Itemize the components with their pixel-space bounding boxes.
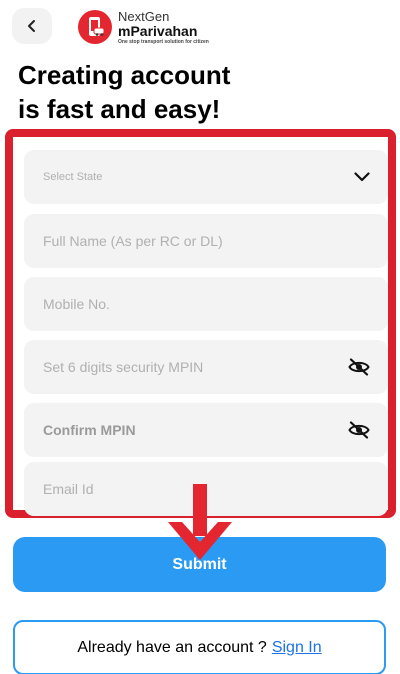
mobile-placeholder: Mobile No.: [43, 296, 110, 312]
down-arrow-icon: [168, 484, 232, 560]
eye-off-icon[interactable]: [348, 421, 370, 439]
signin-prompt-text: Already have an account ?: [77, 638, 267, 656]
logo-mark: [78, 10, 112, 44]
logo-main-text: mParivahan: [118, 22, 198, 39]
page-title-line-2: is fast and easy!: [18, 94, 221, 124]
mpin-placeholder: Set 6 digits security MPIN: [43, 359, 204, 375]
chevron-down-icon: [354, 172, 370, 182]
state-select[interactable]: Select State: [24, 150, 388, 204]
app-logo: NextGen mParivahan One stop transport so…: [78, 8, 209, 46]
signin-link[interactable]: Sign In: [272, 639, 322, 657]
signin-prompt-box: Already have an account ? Sign In: [13, 620, 386, 674]
mpin-input[interactable]: Set 6 digits security MPIN: [24, 340, 388, 394]
back-button[interactable]: [12, 8, 52, 44]
registration-form: Select State Full Name (As per RC or DL)…: [5, 129, 396, 518]
mobile-input[interactable]: Mobile No.: [24, 277, 388, 331]
logo-tagline: One stop transport solution for citizen: [118, 38, 209, 45]
phone-car-icon: [89, 17, 105, 36]
full-name-placeholder: Full Name (As per RC or DL): [43, 233, 223, 249]
eye-off-icon[interactable]: [348, 358, 370, 376]
confirm-mpin-placeholder: Confirm MPIN: [43, 422, 136, 438]
page-title: Creating account is fast and easy!: [18, 58, 388, 126]
page-title-line-1: Creating account: [18, 60, 231, 90]
email-placeholder: Email Id: [43, 481, 94, 497]
chevron-left-icon: [28, 20, 35, 32]
full-name-input[interactable]: Full Name (As per RC or DL): [24, 214, 388, 268]
logo-top-text: NextGen: [118, 8, 170, 24]
confirm-mpin-input[interactable]: Confirm MPIN: [24, 403, 388, 457]
state-select-placeholder: Select State: [43, 171, 103, 183]
